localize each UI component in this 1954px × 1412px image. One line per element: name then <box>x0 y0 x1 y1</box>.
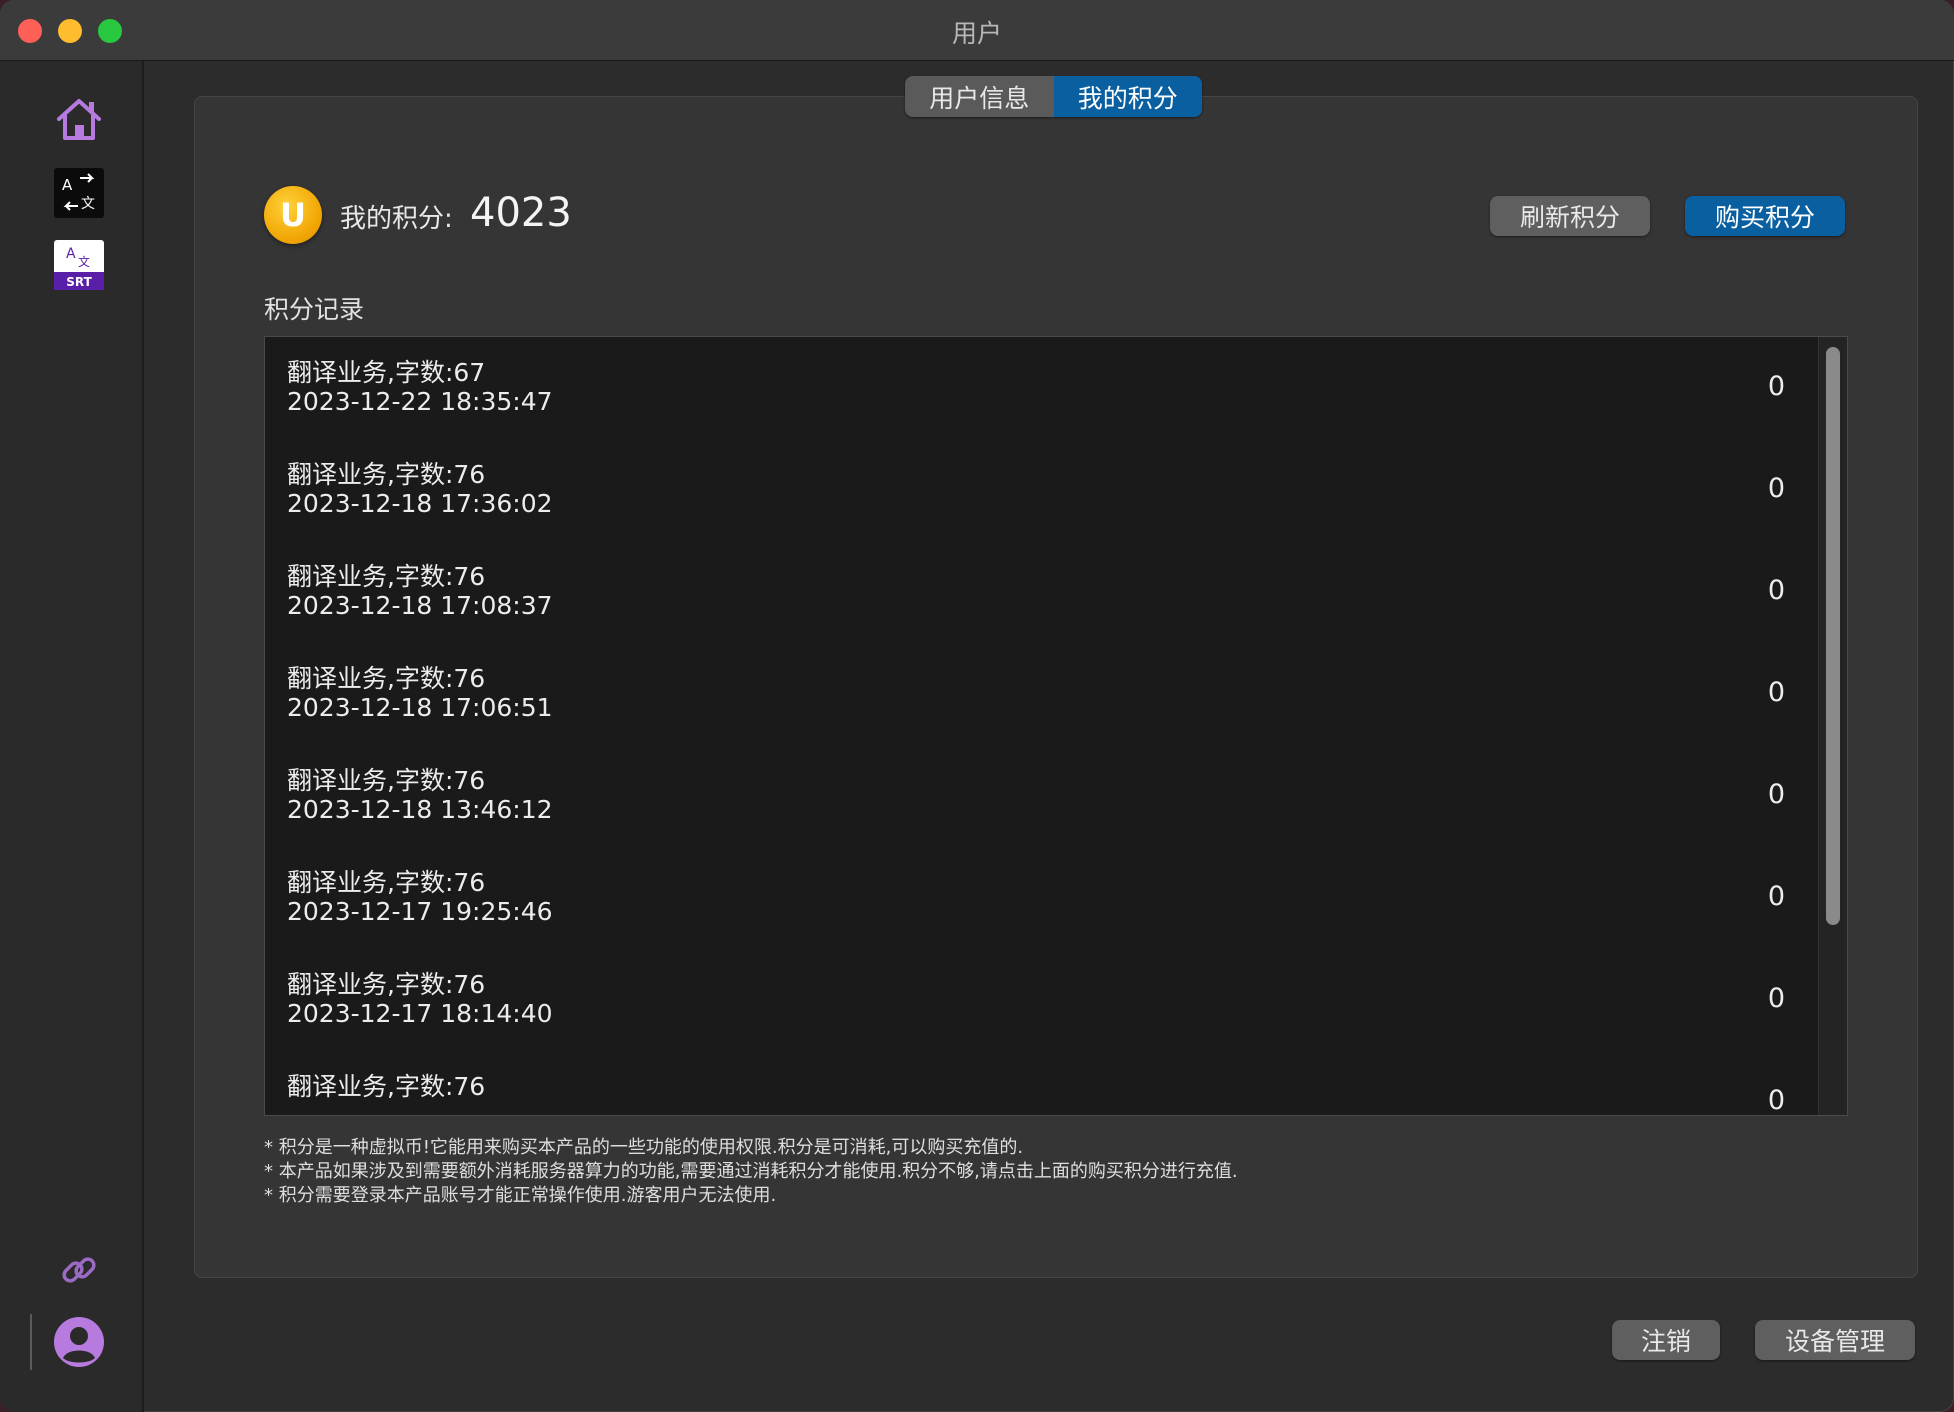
window-title: 用户 <box>951 19 1002 48</box>
title-bar: 用户 <box>0 0 1954 61</box>
tab-bar: 用户信息 我的积分 <box>905 76 1202 117</box>
record-value: 0 <box>1767 983 1785 1014</box>
srt-translate-icon: A 文 SRT <box>54 240 104 290</box>
list-item[interactable]: 翻译业务,字数:76 2023-12-17 19:25:46 0 <box>265 847 1815 949</box>
record-description: 翻译业务,字数:76 <box>287 460 486 489</box>
record-description: 翻译业务,字数:76 <box>287 766 486 795</box>
record-description: 翻译业务,字数:76 <box>287 664 486 693</box>
list-item[interactable]: 翻译业务,字数:76 2023-12-18 13:46:12 0 <box>265 745 1815 847</box>
svg-text:文: 文 <box>81 196 95 212</box>
record-time: 2023-12-18 17:36:02 <box>287 489 553 518</box>
record-value: 0 <box>1767 881 1785 912</box>
list-item[interactable]: 翻译业务,字数:67 2023-12-22 18:35:47 0 <box>265 337 1815 439</box>
user-avatar-icon <box>54 1317 104 1367</box>
record-time: 2023-12-17 19:25:46 <box>287 897 553 926</box>
record-time: 2023-12-18 17:08:37 <box>287 591 553 620</box>
records-title: 积分记录 <box>264 295 365 324</box>
refresh-points-button[interactable]: 刷新积分 <box>1490 196 1650 236</box>
points-notes: * 积分是一种虚拟币!它能用来购买本产品的一些功能的使用权限.积分是可消耗,可以… <box>264 1136 1238 1208</box>
records-scrollbar[interactable] <box>1818 337 1847 1115</box>
coin-icon: U <box>264 186 322 244</box>
buy-points-button[interactable]: 购买积分 <box>1685 196 1845 236</box>
list-item[interactable]: 翻译业务,字数:76 0 <box>265 1051 1815 1116</box>
record-value: 0 <box>1767 371 1785 402</box>
svg-text:文: 文 <box>78 254 90 269</box>
record-description: 翻译业务,字数:76 <box>287 868 486 897</box>
record-time: 2023-12-18 13:46:12 <box>287 795 553 824</box>
sidebar-item-home[interactable] <box>53 93 105 145</box>
svg-text:SRT: SRT <box>66 275 92 289</box>
scrollbar-thumb[interactable] <box>1826 347 1840 925</box>
record-description: 翻译业务,字数:76 <box>287 562 486 591</box>
record-value: 0 <box>1767 1085 1785 1116</box>
translate-icon: A 文 <box>54 168 104 218</box>
record-value: 0 <box>1767 575 1785 606</box>
home-icon <box>57 99 101 140</box>
record-description: 翻译业务,字数:76 <box>287 1072 486 1101</box>
record-description: 翻译业务,字数:76 <box>287 970 486 999</box>
note-line: * 积分需要登录本产品账号才能正常操作使用.游客用户无法使用. <box>264 1185 777 1206</box>
points-label: 我的积分: <box>340 204 453 234</box>
record-value: 0 <box>1767 677 1785 708</box>
sidebar-item-translate[interactable]: A 文 <box>53 167 105 219</box>
list-item[interactable]: 翻译业务,字数:76 2023-12-17 18:14:40 0 <box>265 949 1815 1051</box>
svg-text:A: A <box>62 176 73 194</box>
sidebar: A 文 A 文 SRT <box>0 61 144 1412</box>
record-time: 2023-12-18 17:06:51 <box>287 693 553 722</box>
sidebar-item-link[interactable] <box>53 1244 105 1296</box>
device-management-button[interactable]: 设备管理 <box>1755 1320 1915 1360</box>
record-description: 翻译业务,字数:67 <box>287 358 486 387</box>
logout-button[interactable]: 注销 <box>1612 1320 1720 1360</box>
sidebar-item-srt[interactable]: A 文 SRT <box>53 239 105 291</box>
list-item[interactable]: 翻译业务,字数:76 2023-12-18 17:36:02 0 <box>265 439 1815 541</box>
tab-user-info[interactable]: 用户信息 <box>905 76 1054 117</box>
sidebar-item-user[interactable] <box>53 1316 105 1368</box>
list-item[interactable]: 翻译业务,字数:76 2023-12-18 17:06:51 0 <box>265 643 1815 745</box>
list-item[interactable]: 翻译业务,字数:76 2023-12-18 17:08:37 0 <box>265 541 1815 643</box>
note-line: * 本产品如果涉及到需要额外消耗服务器算力的功能,需要通过消耗积分才能使用.积分… <box>264 1161 1238 1182</box>
tab-my-points[interactable]: 我的积分 <box>1053 76 1202 117</box>
record-time: 2023-12-22 18:35:47 <box>287 387 553 416</box>
link-icon <box>62 1257 96 1283</box>
record-value: 0 <box>1767 779 1785 810</box>
record-value: 0 <box>1767 473 1785 504</box>
app-window: 用户 A 文 A 文 SRT 用户信息 我的积分 U 我的积分: 4023 刷新… <box>0 0 1954 1412</box>
active-indicator <box>30 1314 32 1370</box>
points-value: 4023 <box>470 190 572 236</box>
records-list[interactable]: 翻译业务,字数:67 2023-12-22 18:35:47 0 翻译业务,字数… <box>264 336 1848 1116</box>
record-time: 2023-12-17 18:14:40 <box>287 999 553 1028</box>
svg-text:A: A <box>66 246 76 262</box>
note-line: * 积分是一种虚拟币!它能用来购买本产品的一些功能的使用权限.积分是可消耗,可以… <box>264 1137 1024 1158</box>
